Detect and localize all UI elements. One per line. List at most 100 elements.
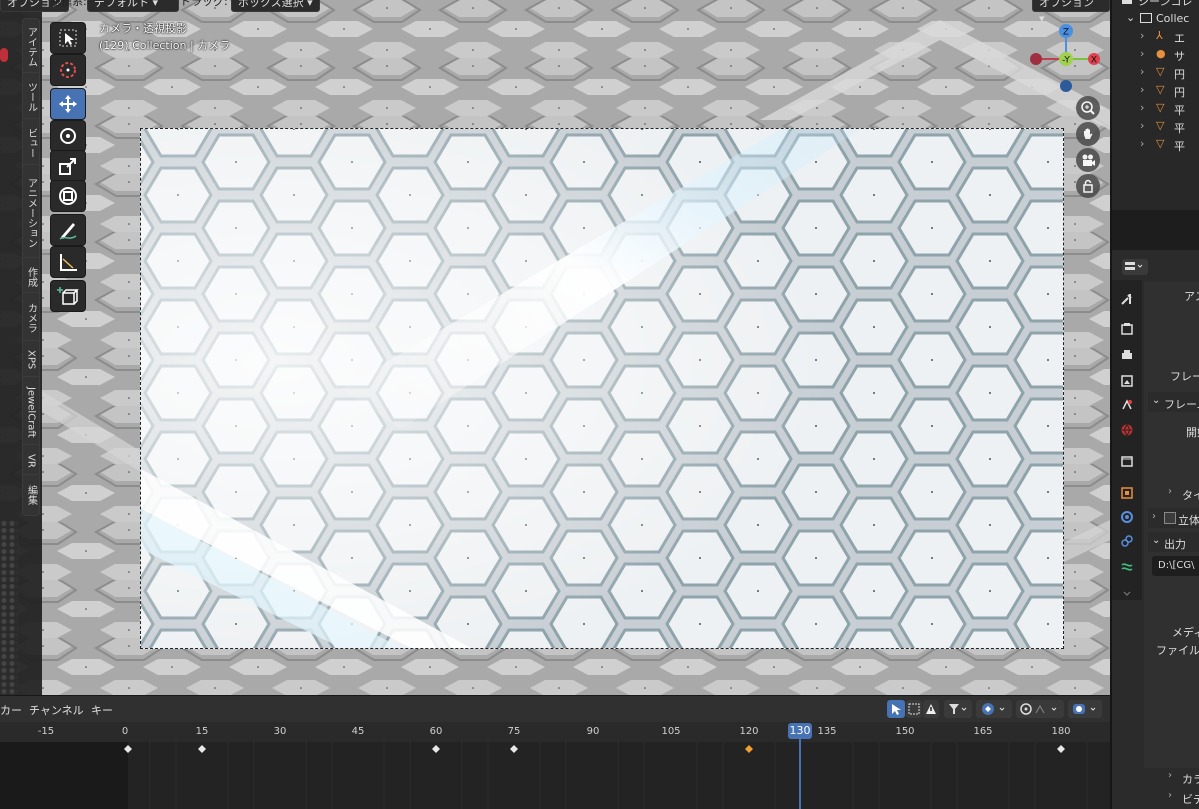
outliner-item[interactable]: › ● サ [1112, 46, 1199, 64]
camera-view-button[interactable] [1076, 148, 1100, 172]
constraint-icon[interactable] [1120, 534, 1134, 548]
add-cube-tool[interactable] [50, 280, 86, 312]
outliner-item-label: 円 [1174, 68, 1185, 81]
keying-dropdown[interactable] [976, 700, 1012, 718]
chevron-down-icon: ⌄ [1152, 395, 1161, 406]
chevron-right-icon[interactable]: › [1140, 119, 1144, 132]
tab-xps[interactable]: XPS [22, 340, 40, 380]
chevron-right-icon[interactable]: › [1140, 29, 1144, 42]
tab-jewelcraft[interactable]: JewelCraft [22, 376, 40, 448]
box-select-icon [908, 703, 920, 715]
move-icon [59, 95, 77, 113]
menu-key[interactable]: キー [91, 702, 113, 718]
lock-camera-button[interactable] [1076, 174, 1100, 198]
outliner-item[interactable]: › ▽ 平 [1112, 100, 1199, 118]
output-icon[interactable] [1120, 348, 1134, 362]
tick-label: 30 [273, 726, 287, 737]
chevron-right-icon[interactable]: › [1140, 65, 1144, 78]
pan-button[interactable] [1076, 122, 1100, 146]
navigation-gizmo[interactable]: Z -Y X [1026, 22, 1106, 102]
3d-viewport[interactable]: アイテム ツール ビュー アニメーション 作成 カメラ XPS JewelCra… [0, 0, 1110, 695]
editor-type-dropdown[interactable] [1122, 259, 1148, 275]
menu-channel[interactable]: チャンネル [29, 702, 84, 718]
box-select-button[interactable] [906, 700, 922, 718]
tool-settings-icon[interactable] [1120, 292, 1134, 306]
overlay-icon [1073, 704, 1096, 714]
stereoscopy-checkbox[interactable] [1164, 512, 1176, 524]
outliner-item[interactable]: › ▽ 円 [1112, 82, 1199, 100]
outliner-item[interactable]: › ▽ 円 [1112, 64, 1199, 82]
outliner-collection-row[interactable]: ⌄ Collec [1112, 10, 1199, 28]
chevron-right-icon[interactable]: › [1140, 47, 1144, 60]
playhead-line[interactable] [799, 735, 801, 809]
chevron-right-icon[interactable]: › [1140, 101, 1144, 114]
measure-tool[interactable] [50, 246, 86, 278]
tab-vr[interactable]: VR [22, 444, 40, 478]
warning-button[interactable] [923, 700, 939, 718]
video-panel-header[interactable]: › ビデ [1148, 788, 1199, 806]
chevron-right-icon[interactable]: › [1140, 83, 1144, 96]
drag-dropdown[interactable]: ボックス選択 ▾ [231, 0, 320, 12]
orientation-label: 座標系: [50, 0, 87, 8]
tab-view[interactable]: ビュー [22, 118, 40, 168]
current-frame-indicator[interactable]: 130 [788, 723, 812, 739]
filter-dropdown[interactable] [944, 700, 972, 718]
world-icon[interactable] [1120, 423, 1134, 437]
close-x-dot[interactable] [0, 48, 8, 62]
gizmo-z-neg [1060, 80, 1072, 92]
frame-range-panel-header[interactable]: ⌄ フレーム [1148, 392, 1199, 412]
chevron-right-icon[interactable]: › [1140, 137, 1144, 150]
options-right-button[interactable]: オプション ▾ [1032, 0, 1110, 25]
select-mode-button[interactable] [887, 700, 905, 718]
tab-item[interactable]: アイテム [22, 18, 40, 76]
output-panel-label: 出力 [1164, 538, 1186, 551]
move-tool[interactable] [50, 88, 86, 120]
proportional-dropdown[interactable] [1016, 700, 1064, 718]
outliner-item[interactable]: › ▽ 平 [1112, 136, 1199, 154]
outliner-item[interactable]: › ▽ 平 [1112, 118, 1199, 136]
gizmo-x-neg [1030, 53, 1042, 65]
menu-marker[interactable]: カー [0, 702, 22, 718]
options-right-label: オプション [1039, 0, 1094, 9]
time-stretch-panel-header[interactable]: › タイム [1148, 484, 1199, 502]
select-box-tool[interactable] [50, 22, 86, 54]
modifier-icon[interactable] [1120, 510, 1134, 524]
data-icon[interactable] [1120, 560, 1134, 574]
outliner-item[interactable]: › ⅄ エ [1112, 28, 1199, 46]
orientation-dropdown[interactable]: デフォルト ▾ [87, 0, 179, 12]
tab-create[interactable]: 作成 [22, 257, 40, 297]
scale-tool[interactable] [50, 150, 86, 182]
outliner-item-label: 平 [1174, 140, 1185, 153]
timeline-keyframes [124, 742, 1088, 809]
chevron-right-icon: › [1168, 790, 1172, 801]
hand-icon [1084, 128, 1093, 139]
object-icon[interactable] [1120, 486, 1134, 500]
scene-icon[interactable] [1120, 398, 1134, 412]
transform-tool[interactable] [50, 180, 86, 212]
tab-camera[interactable]: カメラ [22, 292, 40, 344]
cursor-tool[interactable] [50, 54, 86, 86]
view-layer-icon[interactable] [1120, 374, 1134, 388]
timeline-ruler[interactable]: -15 0 15 30 45 60 75 90 105 120 135 150 … [0, 722, 1110, 742]
output-panel-header[interactable]: ⌄ 出力 [1148, 532, 1199, 552]
zoom-button[interactable] [1076, 96, 1100, 120]
time-stretch-label: タイム [1182, 489, 1199, 502]
tab-animation[interactable]: アニメーション [22, 164, 40, 262]
chevron-down-icon[interactable]: ⌄ [1126, 11, 1135, 24]
transform-icon [59, 187, 77, 205]
keyframe-selected [745, 745, 753, 753]
output-path-field[interactable]: D:\[CG\ [1152, 556, 1199, 576]
stereoscopy-panel-header[interactable]: › 立体 [1148, 508, 1199, 528]
rotate-tool[interactable] [50, 120, 86, 152]
color-panel-header[interactable]: › カラー [1148, 768, 1199, 786]
tab-edit[interactable]: 編集 [22, 474, 40, 516]
gizmo-y-label: -Y [1062, 56, 1070, 66]
chevron-down-icon[interactable] [1120, 586, 1134, 600]
overlay-dropdown[interactable] [1068, 700, 1102, 718]
tab-tool[interactable]: ツール [22, 72, 40, 122]
tick-label: 90 [586, 726, 600, 737]
render-icon[interactable] [1120, 322, 1134, 336]
annotate-tool[interactable] [50, 214, 86, 246]
tick-label: -15 [37, 726, 55, 737]
collection-icon[interactable] [1120, 454, 1134, 468]
